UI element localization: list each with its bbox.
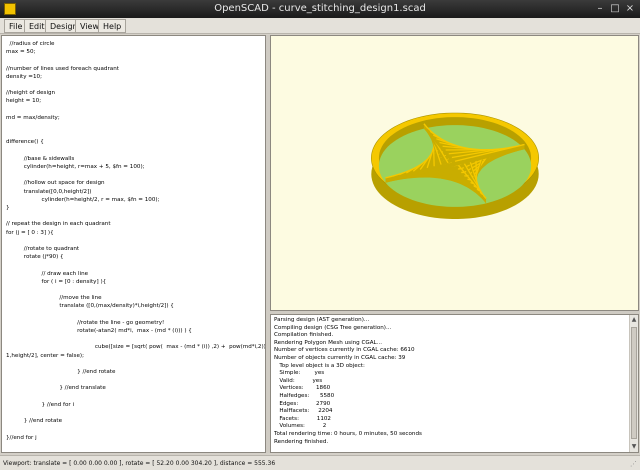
code-line: //height of design [6, 90, 56, 97]
console-line: Valid: yes [274, 377, 323, 384]
console-line: Facets: 1102 [274, 415, 331, 422]
console-line: Halffacets: 2204 [274, 408, 333, 415]
console-line: Number of vertices currently in CGAL cac… [274, 347, 415, 354]
menu-bar: File Edit Design View Help [0, 18, 640, 34]
console-line: Parsing design (AST generation)... [274, 317, 370, 323]
code-line: rotate (j*90) { [6, 254, 64, 261]
code-line: //move the line [6, 295, 102, 302]
code-line: translate([0,0,height/2]) [6, 188, 92, 195]
code-line: } //end rotate [6, 369, 116, 375]
maximize-icon[interactable]: □ [609, 3, 621, 15]
code-line: translate ([0,(max/density)*i,height/2])… [6, 303, 174, 310]
code-line: cylinder(h=height, r=max + 5, $fn = 100)… [6, 164, 145, 170]
code-line: cube([size = [sqrt( pow( max - (md * (i)… [6, 344, 266, 351]
code-line: //rotate to quadrant [6, 246, 80, 252]
code-line: difference() { [6, 139, 44, 146]
status-bar: Viewport: translate = [ 0.00 0.00 0.00 ]… [0, 455, 640, 470]
console-line: Total rendering time: 0 hours, 0 minutes… [274, 431, 422, 437]
code-editor[interactable]: //radius of circle max = 50; //number of l… [1, 35, 266, 453]
console-scrollbar[interactable]: ▲ ▼ [629, 315, 638, 452]
code-line: max = 50; [6, 49, 36, 56]
console-line: Rendering Polygon Mesh using CGAL... [274, 339, 383, 346]
window-title: OpenSCAD - curve_stitching_design1.scad [214, 3, 426, 14]
code-line: //radius of circle [6, 41, 55, 47]
console-line: Rendering finished. [274, 438, 329, 445]
code-line: for (j = [ 0 : 3] ){ [6, 229, 54, 236]
3d-viewport[interactable] [270, 35, 639, 311]
code-line: // draw each line [6, 270, 89, 277]
code-line: }//end for j [6, 434, 37, 441]
code-line: // repeat the design in each quadrant [6, 221, 111, 228]
console-line: Top level object is a 3D object: [274, 362, 365, 369]
openscad-window: OpenSCAD - curve_stitching_design1.scad … [0, 0, 640, 470]
console-line: Compilation finished. [274, 332, 334, 339]
code-line: } //end translate [6, 385, 106, 392]
code-line: density =10; [6, 73, 42, 80]
console-line: Halfedges: 5580 [274, 393, 335, 399]
console-output[interactable]: ▲ ▼ Parsing design (AST generation)... Co… [270, 314, 639, 453]
code-line: } //end for i [6, 401, 75, 408]
console-line: Edges: 2790 [274, 400, 331, 407]
code-line: height = 10; [6, 98, 42, 105]
console-line: Volumes: 2 [274, 423, 327, 430]
title-bar[interactable]: OpenSCAD - curve_stitching_design1.scad … [0, 0, 640, 18]
console-line: Simple: yes [274, 370, 325, 377]
resize-grip-icon[interactable]: ⋰ [630, 460, 638, 468]
code-line: } //end rotate [6, 418, 63, 425]
scroll-down-icon[interactable]: ▼ [630, 443, 638, 451]
console-line: Vertices: 1860 [274, 385, 331, 392]
scroll-thumb[interactable] [631, 327, 637, 439]
code-line: //rotate the line - go geometry! [6, 319, 165, 326]
code-line: md = max/density; [6, 114, 60, 121]
code-line: //number of lines used foreach quadrant [6, 65, 119, 72]
code-line: } [6, 205, 10, 211]
close-icon[interactable]: × [624, 3, 636, 15]
code-line: cylinder(h=height/2, r = max, $fn = 100)… [6, 196, 160, 203]
code-line: //base & sidewalls [6, 155, 75, 162]
code-line: for ( i = [0 : density] ){ [6, 278, 107, 285]
code-line: //hollow out space for design [6, 180, 105, 187]
menu-help[interactable]: Help [98, 19, 127, 33]
console-line: Compiling design (CSG Tree generation)..… [274, 324, 392, 331]
viewport-status: Viewport: translate = [ 0.00 0.00 0.00 ]… [3, 460, 276, 467]
minimize-icon[interactable]: – [594, 3, 606, 15]
code-line: 1,height/2], center = false); [6, 352, 84, 359]
scroll-up-icon[interactable]: ▲ [630, 316, 638, 324]
console-line: Number of objects currently in CGAL cach… [274, 355, 406, 361]
code-line: rotate(-atan2( md*i, max - (md * (i))) )… [6, 328, 192, 334]
rendered-model [370, 112, 540, 219]
